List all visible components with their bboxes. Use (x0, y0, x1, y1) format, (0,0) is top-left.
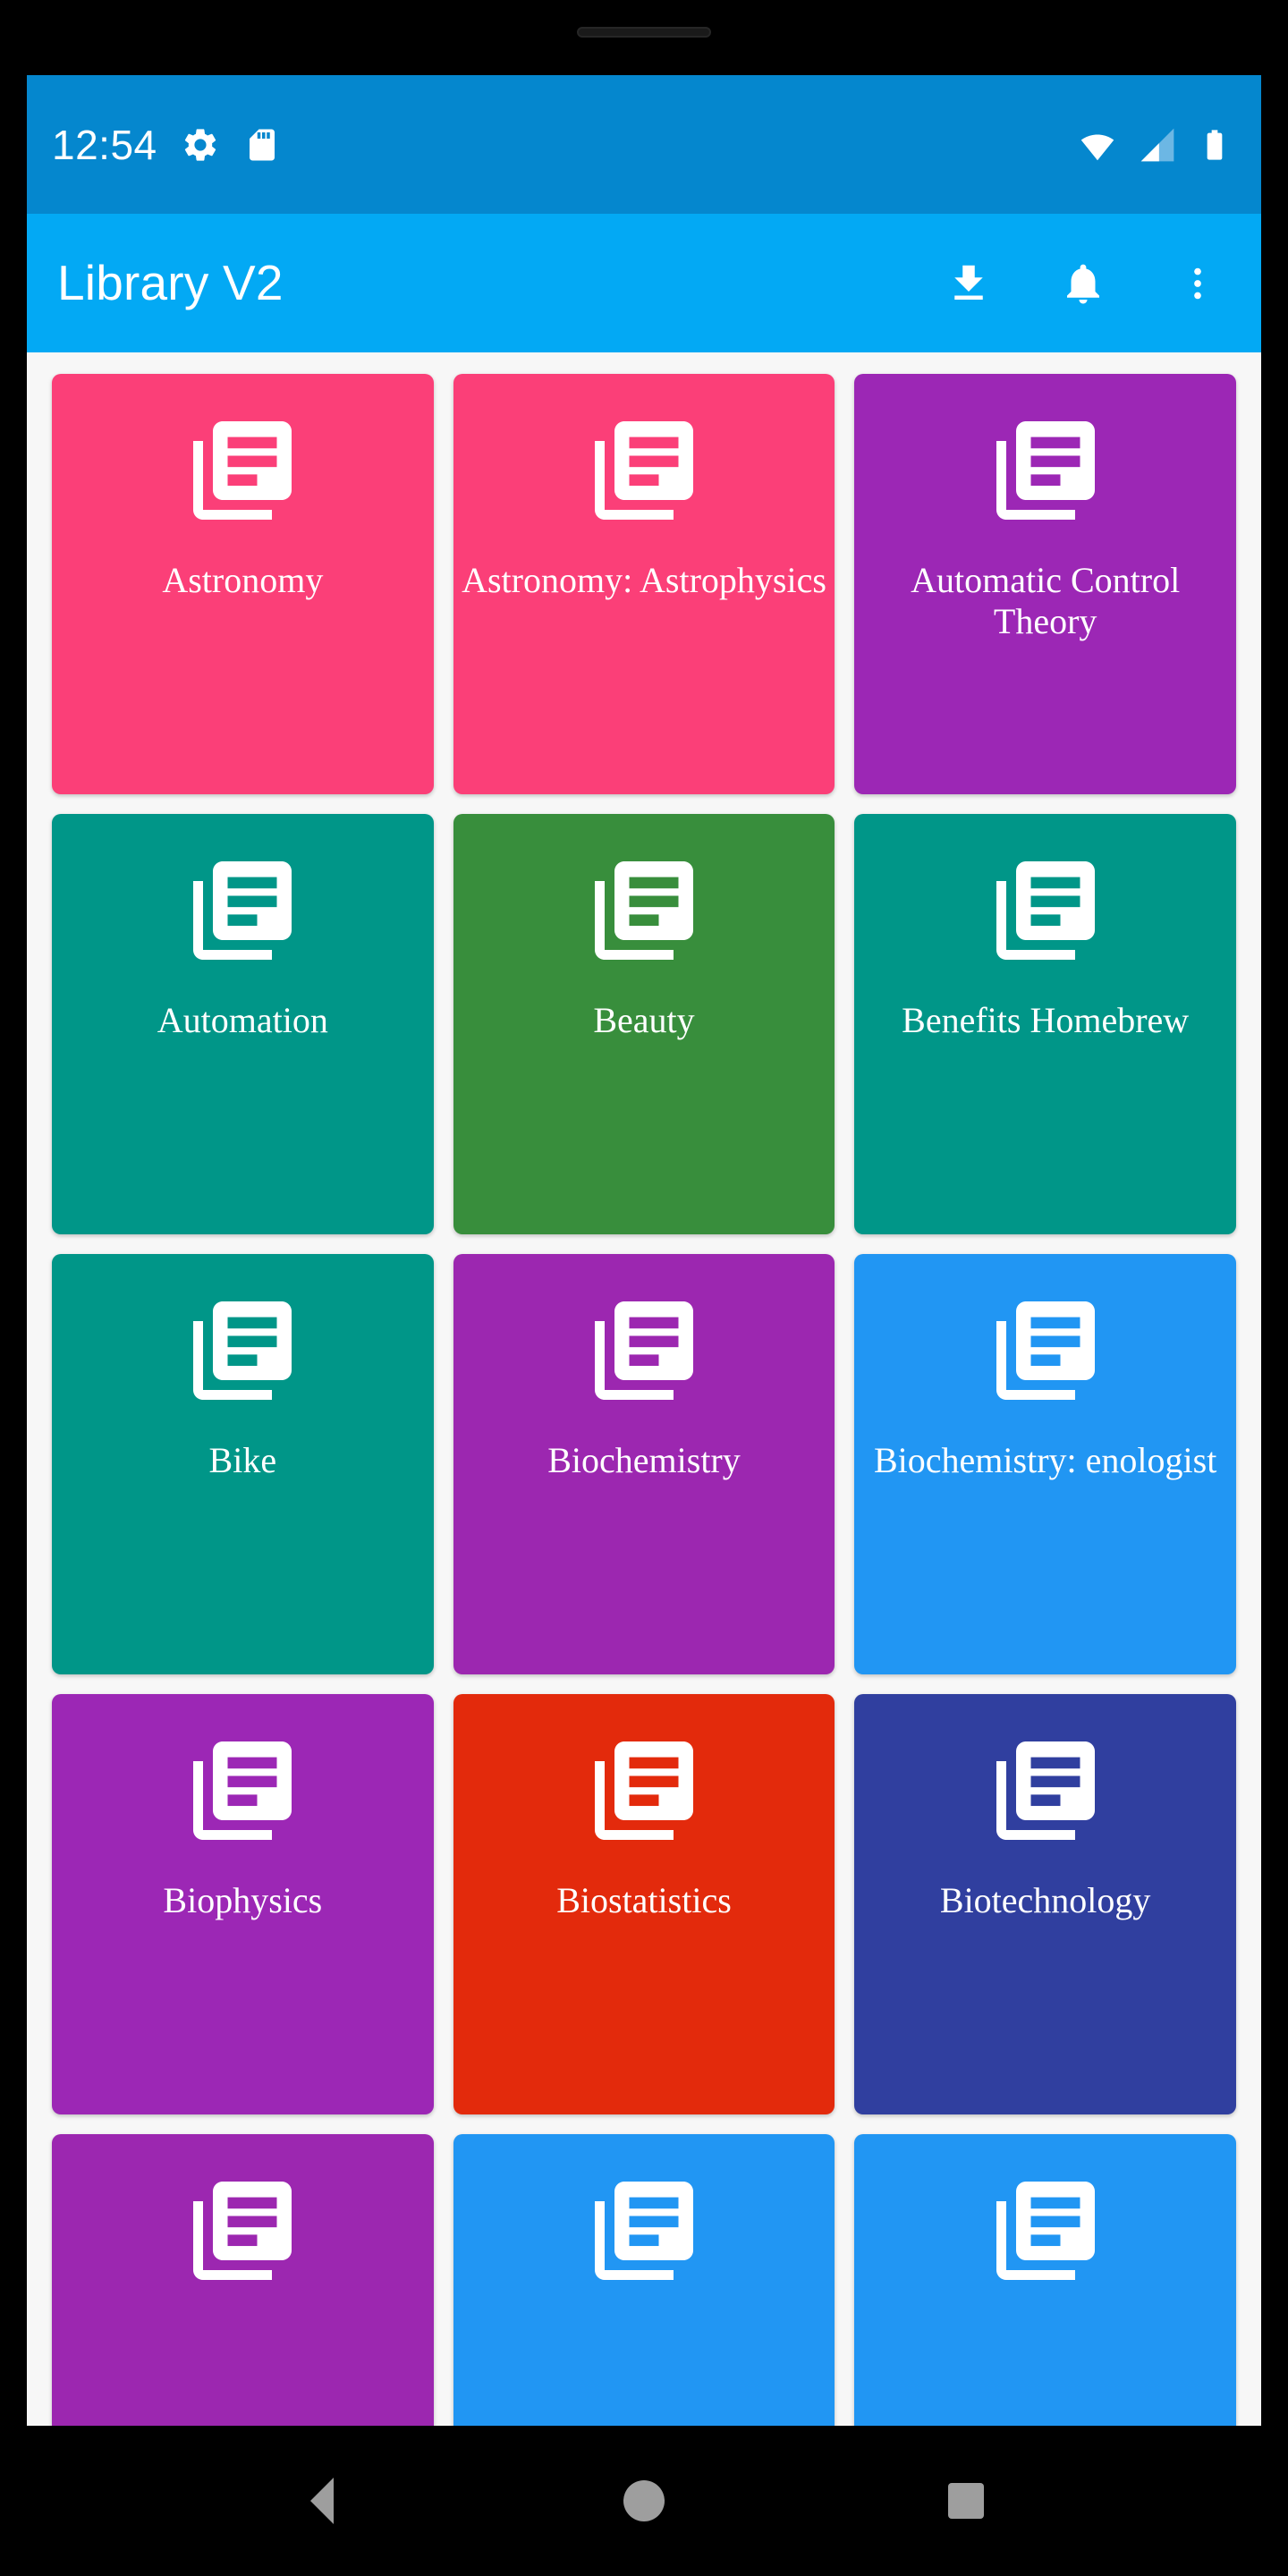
category-tile[interactable]: Biochemistry: enologist (854, 1254, 1236, 1674)
library-books-icon (996, 1741, 1095, 1840)
category-tile[interactable]: Biophysics (52, 1694, 434, 2114)
category-tile[interactable] (453, 2134, 835, 2426)
category-tile-label: Biochemistry (547, 1440, 741, 1480)
cellular-signal-icon (1140, 128, 1174, 161)
overflow-menu-button[interactable] (1170, 256, 1225, 311)
back-triangle-icon (310, 2478, 334, 2524)
app-bar-actions (941, 256, 1225, 311)
category-tile-label: Biochemistry: enologist (874, 1440, 1217, 1480)
category-tile[interactable]: Astronomy: Astrophysics (453, 374, 835, 794)
overflow-menu-icon (1194, 267, 1201, 299)
app-title: Library V2 (57, 255, 284, 310)
category-tile-label: Bike (208, 1440, 277, 1480)
library-books-icon (996, 2182, 1095, 2280)
library-books-icon (193, 861, 292, 960)
notifications-button[interactable] (1055, 256, 1111, 311)
category-tile[interactable]: Biochemistry (453, 1254, 835, 1674)
download-icon (954, 265, 983, 300)
nav-recents-button[interactable] (917, 2452, 1015, 2550)
status-bar-clock: 12:54 (52, 121, 157, 168)
library-books-icon (594, 1301, 693, 1400)
top-bezel (0, 0, 1288, 75)
device-frame: 12:54 Library V2 Astronomy Astronomy: As… (0, 0, 1288, 2576)
wifi-icon (1080, 134, 1114, 160)
category-tile-label: Biophysics (163, 1880, 323, 1920)
download-button[interactable] (941, 256, 996, 311)
category-tile-label: Biotechnology (939, 1880, 1151, 1920)
notifications-icon (1067, 264, 1099, 303)
library-books-icon (996, 861, 1095, 960)
category-tile[interactable] (854, 2134, 1236, 2426)
status-bar: 12:54 (27, 75, 1261, 214)
category-tile[interactable] (52, 2134, 434, 2426)
gear-icon (184, 128, 216, 161)
library-books-icon (193, 1301, 292, 1400)
status-bar-left: 12:54 (52, 124, 281, 165)
status-bar-right (1077, 124, 1233, 165)
category-tile-label: Beauty (593, 1000, 695, 1040)
library-books-icon (594, 421, 693, 520)
category-tile[interactable]: Astronomy (52, 374, 434, 794)
library-books-icon (594, 1741, 693, 1840)
app-bar: Library V2 (27, 214, 1261, 352)
library-books-icon (996, 1301, 1095, 1400)
category-tile[interactable]: Automatic Control Theory (854, 374, 1236, 794)
home-circle-icon (623, 2480, 665, 2521)
category-tile[interactable]: Automation (52, 814, 434, 1234)
navigation-bar (0, 2426, 1288, 2576)
category-tile-label: Astronomy (162, 560, 324, 600)
library-books-icon (193, 1741, 292, 1840)
category-tile[interactable]: Beauty (453, 814, 835, 1234)
nav-home-button[interactable] (595, 2452, 693, 2550)
category-tile[interactable]: Bike (52, 1254, 434, 1674)
sd-card-icon (249, 129, 275, 160)
category-tile-label: Astronomy: Astrophysics (462, 560, 826, 600)
category-tile[interactable]: Biotechnology (854, 1694, 1236, 2114)
library-books-icon (193, 421, 292, 520)
category-grid: Astronomy Astronomy: Astrophysics Automa… (27, 352, 1261, 2426)
category-tile-label: Biostatistics (556, 1880, 732, 1920)
category-tile[interactable]: Biostatistics (453, 1694, 835, 2114)
category-tile-label: Automation (157, 1000, 328, 1040)
library-books-icon (594, 861, 693, 960)
battery-icon (1207, 129, 1223, 160)
library-books-icon (594, 2182, 693, 2280)
library-books-icon (193, 2182, 292, 2280)
category-tile-label: Automatic Control Theory (911, 560, 1181, 642)
category-tile[interactable]: Benefits Homebrew (854, 814, 1236, 1234)
nav-back-button[interactable] (273, 2452, 371, 2550)
library-books-icon (996, 421, 1095, 520)
phone-screen: 12:54 Library V2 Astronomy Astronomy: As… (27, 75, 1261, 2426)
earpiece-speaker (577, 27, 711, 38)
recents-square-icon (948, 2483, 984, 2519)
category-tile-label: Benefits Homebrew (902, 1000, 1190, 1040)
